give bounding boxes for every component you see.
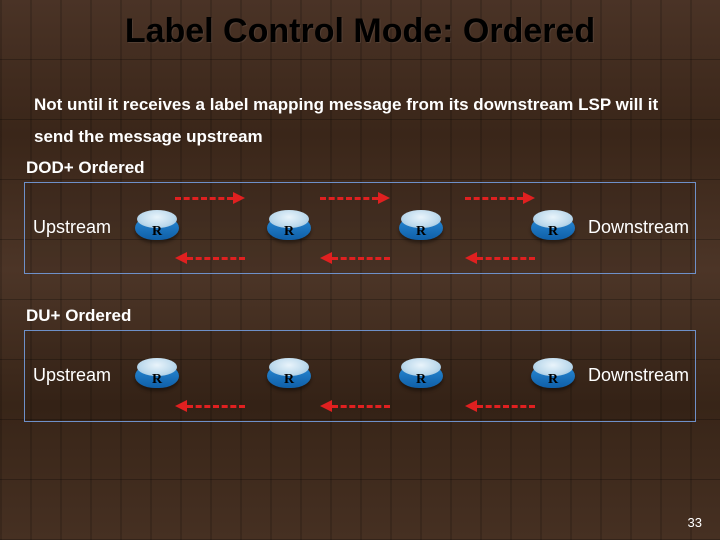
router-icon: R xyxy=(399,356,443,396)
router-label: R xyxy=(531,372,575,388)
arrow-left-icon xyxy=(175,401,245,411)
router-icon: R xyxy=(135,208,179,248)
router-label: R xyxy=(399,224,443,240)
router-icon: R xyxy=(531,208,575,248)
arrow-left-icon xyxy=(320,401,390,411)
du-panel: Upstream Downstream R R R R xyxy=(24,330,696,422)
page-number: 33 xyxy=(688,515,702,530)
du-reply-arrows xyxy=(175,401,535,411)
arrow-left-icon xyxy=(465,253,535,263)
router-label: R xyxy=(399,372,443,388)
router-label: R xyxy=(135,372,179,388)
router-icon: R xyxy=(135,356,179,396)
router-label: R xyxy=(135,224,179,240)
dod-section-label: DOD+ Ordered xyxy=(26,158,720,178)
router-icon: R xyxy=(531,356,575,396)
slide-title: Label Control Mode: Ordered xyxy=(0,0,720,51)
router-label: R xyxy=(267,224,311,240)
router-icon: R xyxy=(267,356,311,396)
arrow-left-icon xyxy=(175,253,245,263)
dod-reply-arrows xyxy=(175,253,535,263)
du-downstream-label: Downstream xyxy=(588,365,689,386)
arrow-left-icon xyxy=(465,401,535,411)
router-label: R xyxy=(531,224,575,240)
description-text: Not until it receives a label mapping me… xyxy=(34,89,692,154)
dod-downstream-label: Downstream xyxy=(588,217,689,238)
dod-upstream-label: Upstream xyxy=(33,217,111,238)
router-icon: R xyxy=(267,208,311,248)
router-icon: R xyxy=(399,208,443,248)
router-label: R xyxy=(267,372,311,388)
du-upstream-label: Upstream xyxy=(33,365,111,386)
dod-panel: Upstream Downstream R R R R xyxy=(24,182,696,274)
du-section-label: DU+ Ordered xyxy=(26,306,720,326)
arrow-left-icon xyxy=(320,253,390,263)
